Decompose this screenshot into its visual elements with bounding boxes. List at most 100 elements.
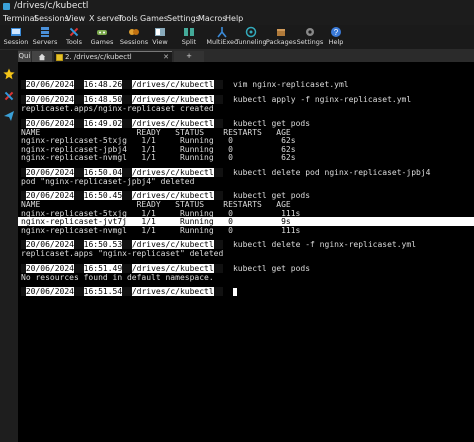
toolbar-tunneling-button[interactable]: Tunneling — [235, 26, 267, 48]
toolbar-view-button[interactable]: View — [144, 26, 176, 48]
prompt-time: 16:48.26 — [83, 80, 123, 89]
prompt-date: 20/06/2024 — [25, 240, 74, 249]
games-icon — [97, 30, 107, 35]
prompt-time: 16:51.54 — [83, 287, 123, 296]
toolbar-session-button[interactable]: Session — [0, 26, 32, 48]
prompt-line: 20/06/2024 16:51.49 /drives/c/kubectl ku… — [21, 263, 311, 273]
output-line: No resources found in default namespace. — [21, 272, 214, 282]
command-text: kubectl get pods — [232, 263, 311, 273]
settings-icon — [306, 28, 314, 36]
tab-quick-connect[interactable]: Qui — [18, 51, 31, 62]
title-bar: /drives/c/kubectl — [0, 0, 474, 13]
session-icon — [11, 28, 21, 36]
output-line: replicaset.apps/nginx-replicaset created — [21, 104, 214, 113]
output-line: pod "nginx-replicaset-jpbj4" deleted — [21, 176, 195, 186]
prompt-path: /drives/c/kubectl — [131, 118, 214, 128]
output-line: nginx-replicaset-nvmgl 1/1 Running 0 111… — [21, 225, 301, 235]
toolbar-label: View — [152, 38, 168, 46]
prompt-path: /drives/c/kubectl — [131, 240, 214, 249]
menu-item-games[interactable]: Games — [140, 13, 168, 25]
prompt-path: /drives/c/kubectl — [131, 80, 214, 89]
window-title: /drives/c/kubectl — [14, 1, 89, 11]
prompt-date: 20/06/2024 — [25, 263, 74, 273]
tab-bar: Qui 2. /drives/c/kubectl ✕ + — [18, 50, 474, 63]
tools-icon[interactable] — [3, 90, 15, 102]
toolbar-label: Servers — [32, 38, 58, 46]
prompt-path: /drives/c/kubectl — [131, 191, 214, 200]
tab-home[interactable] — [32, 51, 52, 62]
view-icon — [155, 28, 165, 36]
menu-item-tools[interactable]: Tools — [118, 13, 138, 25]
home-icon — [38, 53, 46, 60]
prompt-line: 20/06/2024 16:48.50 /drives/c/kubectl ku… — [21, 95, 411, 104]
prompt-date: 20/06/2024 — [25, 167, 74, 177]
svg-text:?: ? — [334, 28, 339, 37]
command-text: kubectl delete pod nginx-replicaset-jpbj… — [232, 167, 431, 177]
prompt-date: 20/06/2024 — [25, 287, 74, 296]
prompt-line: 20/06/2024 16:48.26 /drives/c/kubectl vi… — [21, 80, 349, 89]
packages-icon — [277, 29, 285, 36]
menu-item-terminal[interactable]: Terminal — [3, 13, 37, 25]
help-icon: ? — [331, 27, 341, 37]
menu-item-macros[interactable]: Macros — [198, 13, 226, 25]
prompt-time: 16:51.49 — [83, 263, 123, 273]
tools-icon — [69, 27, 79, 37]
toolbar-games-button[interactable]: Games — [86, 26, 118, 48]
toolbar-servers-button[interactable]: Servers — [29, 26, 61, 48]
prompt-time: 16:50.04 — [83, 167, 123, 177]
toolbar-help-button[interactable]: ? Help — [320, 26, 352, 48]
new-tab-button[interactable]: + — [174, 51, 204, 62]
toolbar-split-button[interactable]: Split — [173, 26, 205, 48]
prompt-path: /drives/c/kubectl — [131, 287, 214, 296]
toolbar-packages-button[interactable]: Packages — [265, 26, 297, 48]
prompt-date: 20/06/2024 — [25, 191, 74, 200]
toolbar-label: MultiExec — [206, 38, 238, 46]
tab-quick-label: Qui — [18, 52, 31, 60]
prompt-time: 16:50.45 — [83, 191, 123, 200]
toolbar-multiexec-button[interactable]: MultiExec — [206, 26, 238, 48]
sessions-icon — [129, 29, 139, 35]
send-icon[interactable] — [3, 110, 15, 122]
prompt-time: 16:48.50 — [83, 95, 123, 104]
terminal-output[interactable]: 20/06/2024 16:48.26 /drives/c/kubectl vi… — [18, 62, 474, 442]
command-text: kubectl apply -f nginx-replicaset.yml — [232, 95, 412, 104]
side-panel — [0, 50, 19, 442]
toolbar-label: Packages — [265, 38, 297, 46]
prompt-line: 20/06/2024 16:50.45 /drives/c/kubectl ku… — [21, 191, 310, 200]
menu-bar: Terminal Sessions View X server Tools Games Se… — [0, 13, 474, 25]
prompt-line: 20/06/2024 16:50.04 /drives/c/kubectl ku… — [21, 167, 431, 177]
split-icon — [184, 28, 194, 36]
multiexec-icon — [217, 27, 227, 38]
prompt-time: 16:50.53 — [83, 240, 123, 249]
menu-item-help[interactable]: Help — [225, 13, 243, 25]
command-text: kubectl get pods — [232, 191, 311, 200]
prompt-line: 20/06/2024 16:51.54 /drives/c/kubectl — [21, 287, 237, 296]
terminal-tab-icon — [56, 54, 63, 61]
prompt-path: /drives/c/kubectl — [131, 263, 214, 273]
command-text: kubectl delete -f nginx-replicaset.yml — [232, 240, 417, 249]
prompt-time: 16:49.02 — [83, 118, 123, 128]
prompt-date: 20/06/2024 — [25, 95, 74, 104]
toolbar-label: Session — [3, 38, 29, 46]
prompt-path: /drives/c/kubectl — [131, 95, 214, 104]
star-icon[interactable] — [3, 68, 15, 80]
terminal-cursor — [232, 287, 237, 296]
prompt-line: 20/06/2024 16:49.02 /drives/c/kubectl ku… — [21, 118, 311, 128]
output-line: replicaset.apps "nginx-replicaset" delet… — [21, 249, 224, 258]
output-line: nginx-replicaset-nvmgl 1/1 Running 0 62s — [21, 153, 296, 162]
tunneling-icon — [245, 26, 257, 38]
menu-item-view[interactable]: View — [66, 13, 85, 25]
toolbar-label: Help — [328, 38, 344, 46]
toolbar-label: Tunneling — [235, 38, 267, 46]
command-text: vim nginx-replicaset.yml — [232, 80, 349, 89]
menu-item-settings[interactable]: Settings — [167, 13, 200, 25]
app-icon — [3, 3, 10, 10]
prompt-line: 20/06/2024 16:50.53 /drives/c/kubectl ku… — [21, 240, 416, 249]
toolbar: Session Servers Tools Games Sessions View Spli… — [0, 25, 474, 50]
prompt-date: 20/06/2024 — [25, 80, 74, 89]
toolbar-label: Split — [181, 38, 197, 46]
command-text: kubectl get pods — [232, 118, 311, 128]
prompt-date: 20/06/2024 — [25, 118, 74, 128]
menu-item-sessions[interactable]: Sessions — [34, 13, 69, 25]
servers-icon — [41, 27, 49, 37]
